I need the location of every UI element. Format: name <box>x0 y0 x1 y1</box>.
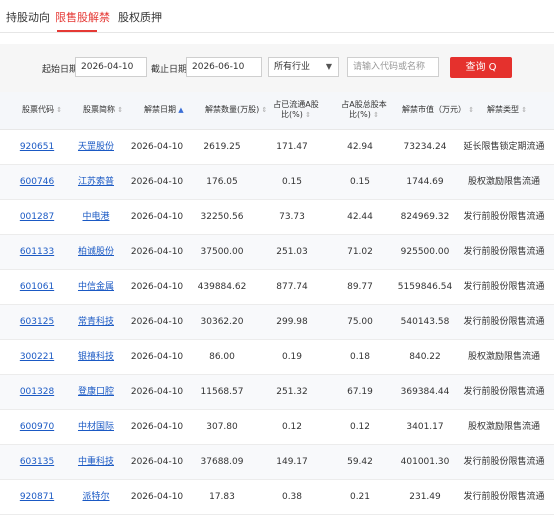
sort-icon: ⇕ <box>54 106 63 114</box>
table-row: 920871 派特尔 2026-04-10 17.83 0.38 0.21 231.49 发行… <box>0 480 554 515</box>
tab-holding-trends[interactable]: 持股动向 <box>6 9 50 25</box>
col-header-unlock-type[interactable]: 解禁类型 ⇕ <box>487 105 527 115</box>
unlock-type-cell: 发行前股份限售流通 <box>463 387 545 397</box>
col-header-unlock-value[interactable]: 解禁市值（万元） ⇕ <box>402 105 474 115</box>
tab-equity-pledge[interactable]: 股权质押 <box>118 9 162 25</box>
table-row: 300221 银禧科技 2026-04-10 86.00 0.19 0.18 840.22 股… <box>0 340 554 375</box>
unlock-type-cell: 股权激励限售流通 <box>467 177 540 187</box>
col-header-unlock-qty[interactable]: 解禁数量(万股) ⇕ <box>205 105 267 115</box>
table-row: 920651 天罡股份 2026-04-10 2619.25 171.47 42.94 73… <box>0 130 554 165</box>
table-row: 603125 常青科技 2026-04-10 30362.20 299.98 75.00 5… <box>0 305 554 340</box>
tab-bar: 持股动向 限售股解禁 股权质押 <box>0 0 554 33</box>
unlock-type-cell: 发行前股份限售流通 <box>463 317 545 327</box>
unlock-type-cell: 股权激励限售流通 <box>467 422 540 432</box>
col-header-total-pct[interactable]: 占A股总股本 比(%) ⇕ <box>338 100 390 120</box>
query-button[interactable]: 查询 Q <box>450 57 512 78</box>
sort-icon: ⇕ <box>519 106 528 114</box>
table-row: 601133 柏诚股份 2026-04-10 37500.00 251.03 71.02 9… <box>0 235 554 270</box>
unlock-type-cell: 延长限售锁定期流通 <box>463 142 545 152</box>
end-date-input[interactable]: 2026-06-10 <box>186 57 262 77</box>
table-row: 001287 中电港 2026-04-10 32250.56 73.73 42.44 824… <box>0 200 554 235</box>
table-row: 001328 登康口腔 2026-04-10 11568.57 251.32 67.19 3… <box>0 375 554 410</box>
col-header-unlock-date[interactable]: 解禁日期 ▲ <box>144 105 184 115</box>
stock-search-input[interactable]: 请输入代码或名称 <box>347 57 439 77</box>
unlock-type-cell: 股权激励限售流通 <box>467 352 540 362</box>
table-row: 601061 中信金属 2026-04-10 439884.62 877.74 89.77… <box>0 270 554 305</box>
start-date-input[interactable]: 2026-04-10 <box>75 57 147 77</box>
unlock-type-cell: 发行前股份限售流通 <box>463 247 545 257</box>
industry-select[interactable]: 所有行业 ▼ <box>268 57 339 77</box>
chevron-down-icon: ▼ <box>325 62 332 71</box>
col-header-code[interactable]: 股票代码 ⇕ <box>22 105 62 115</box>
industry-select-value: 所有行业 <box>274 62 311 72</box>
sort-icon: ⇕ <box>259 106 268 114</box>
unlock-type-cell: 发行前股份限售流通 <box>463 457 545 467</box>
unlock-type-cell: 发行前股份限售流通 <box>463 492 545 502</box>
sort-icon: ⇕ <box>370 111 379 119</box>
table-row: 600970 中材国际 2026-04-10 307.80 0.12 0.12 3401.1… <box>0 410 554 445</box>
active-tab-indicator <box>57 30 97 32</box>
sort-asc-icon: ▲ <box>176 106 184 114</box>
sort-icon: ⇕ <box>466 106 475 114</box>
sort-icon: ⇕ <box>302 111 311 119</box>
table-row: 600746 江苏索普 2026-04-10 176.05 0.15 0.15 1744.6… <box>0 165 554 200</box>
table-header: 股票代码 ⇕ 股票简称 ⇕ 解禁日期 ▲ 解禁数量(万股) ⇕ 占已流通A股 比… <box>0 92 554 130</box>
unlock-type-cell: 发行前股份限售流通 <box>463 282 545 292</box>
table-row: 603135 中重科技 2026-04-10 37688.09 149.17 59.42 4… <box>0 445 554 480</box>
col-header-circ-pct[interactable]: 占已流通A股 比(%) ⇕ <box>270 100 322 120</box>
col-header-name[interactable]: 股票简称 ⇕ <box>83 105 123 115</box>
tab-restricted-share-unlock[interactable]: 限售股解禁 <box>55 9 110 25</box>
sort-icon: ⇕ <box>115 106 124 114</box>
unlock-type-cell: 发行前股份限售流通 <box>463 212 545 222</box>
